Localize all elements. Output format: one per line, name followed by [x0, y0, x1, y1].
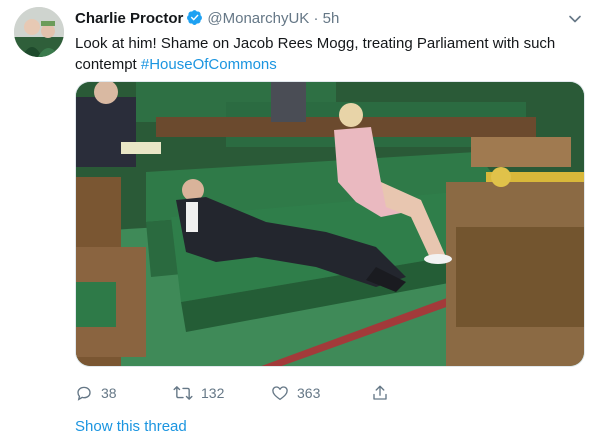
retweet-button[interactable]: 132 [173, 383, 224, 403]
separator-dot: · [313, 10, 319, 27]
retweet-icon [173, 386, 193, 400]
reply-count: 38 [101, 385, 117, 401]
show-thread-link[interactable]: Show this thread [75, 418, 187, 435]
retweet-count: 132 [201, 385, 225, 401]
chevron-down-icon[interactable] [568, 12, 582, 26]
tweet-actions: 38 132 363 [75, 383, 595, 403]
tweet-text: Look at him! Shame on Jacob Rees Mogg, t… [75, 33, 585, 75]
hashtag-link[interactable]: #HouseOfCommons [141, 56, 277, 73]
author-handle[interactable]: @MonarchyUK [207, 10, 309, 27]
like-count: 363 [297, 385, 321, 401]
timestamp[interactable]: 5h [323, 10, 340, 27]
avatar[interactable] [14, 7, 64, 57]
reply-button[interactable]: 38 [75, 383, 117, 403]
like-icon [272, 386, 288, 401]
author-name[interactable]: Charlie Proctor [75, 10, 183, 27]
share-button[interactable] [371, 383, 389, 403]
like-button[interactable]: 363 [271, 383, 320, 403]
share-icon [373, 385, 387, 400]
tweet-header: Charlie Proctor @MonarchyUK · 5h [75, 9, 580, 29]
tweet-photo[interactable] [75, 81, 585, 367]
reply-icon [77, 386, 91, 401]
tweet[interactable]: Charlie Proctor @MonarchyUK · 5h Look at … [0, 0, 600, 443]
verified-badge-icon [186, 9, 203, 32]
